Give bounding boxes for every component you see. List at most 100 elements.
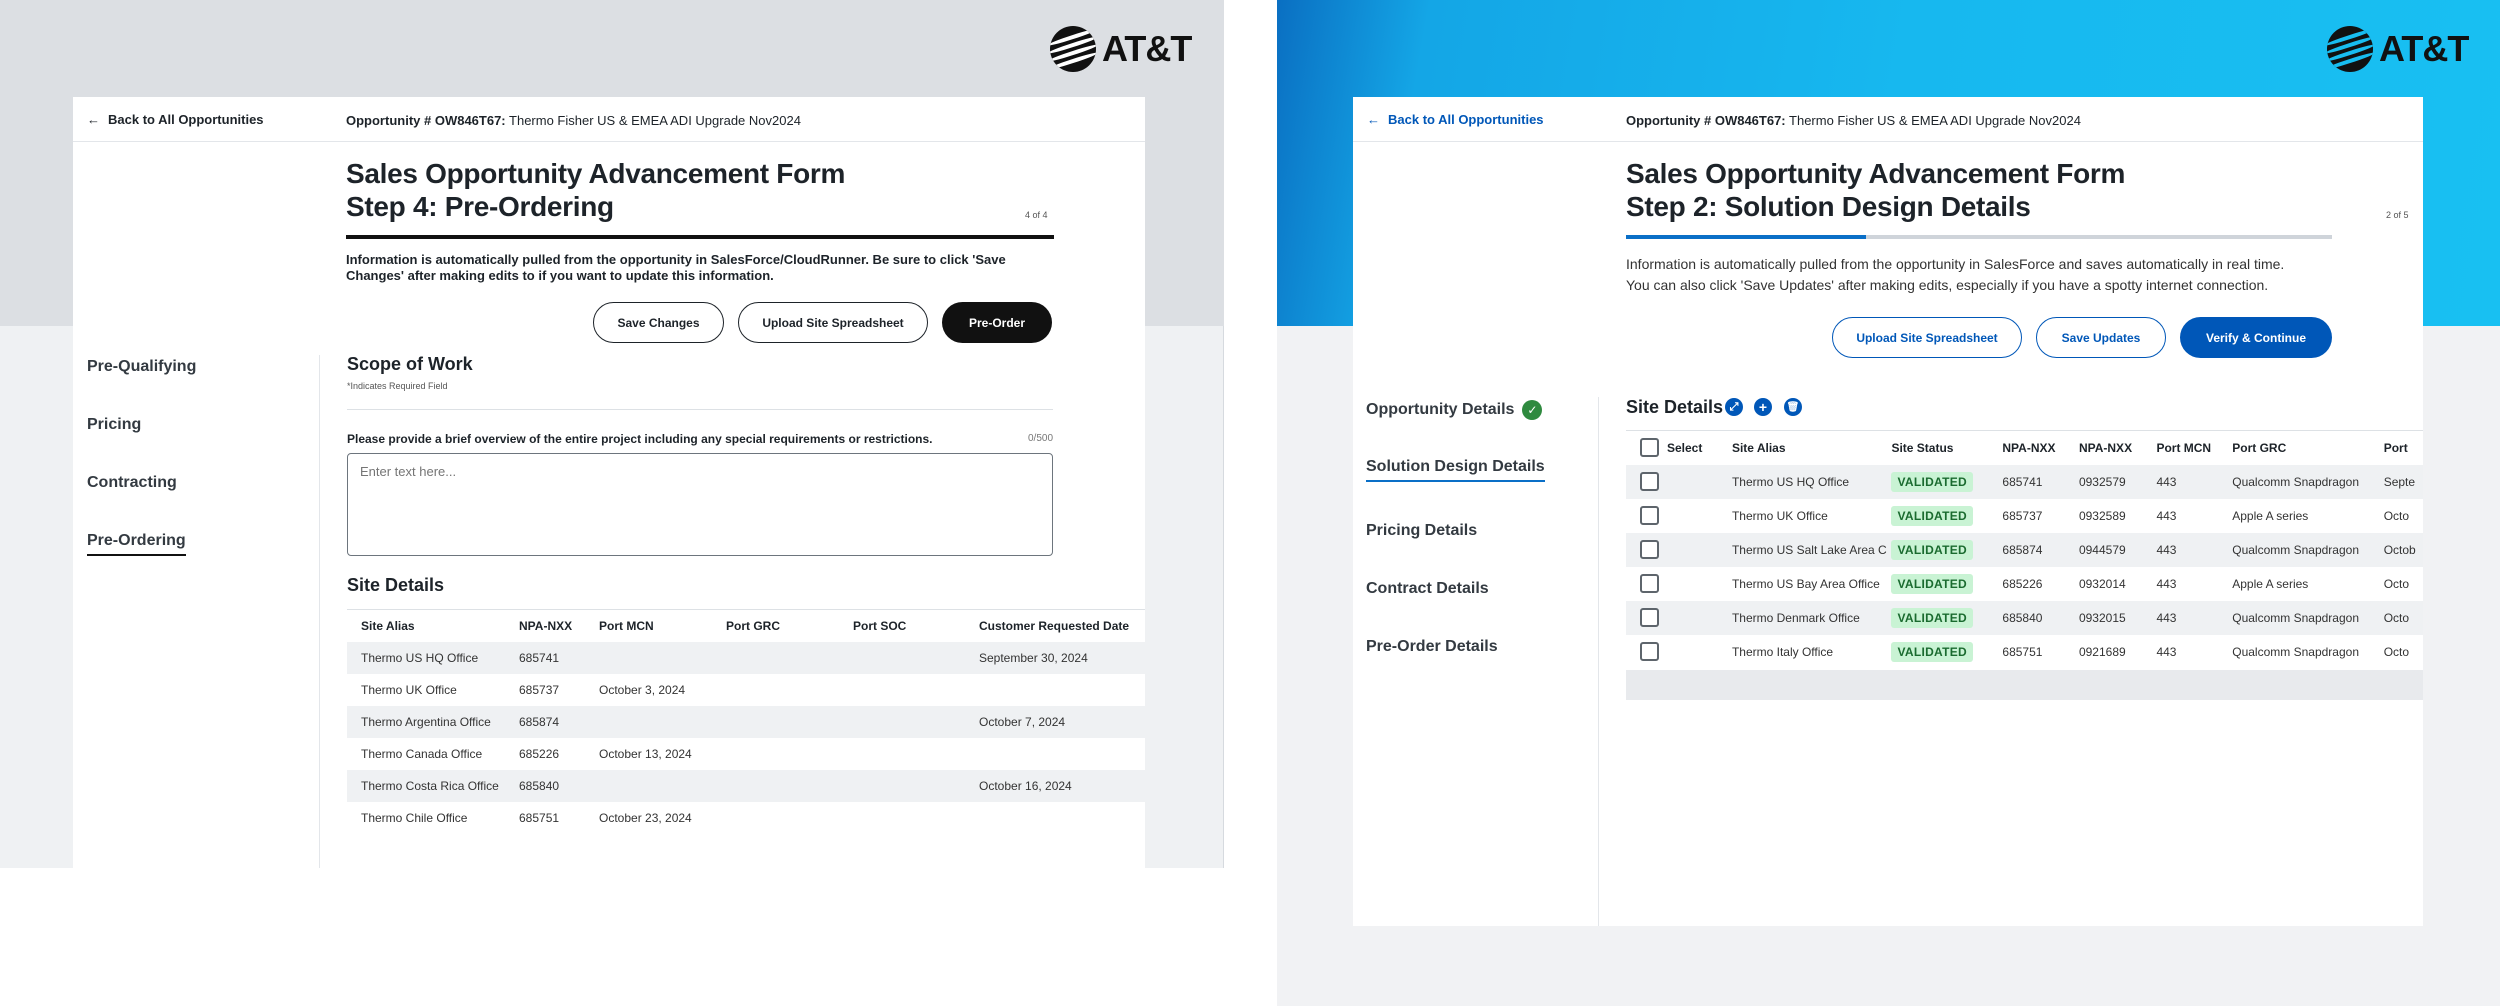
table-cell: 443 xyxy=(2156,532,2233,567)
page-title-line2: Step 4: Pre-Ordering xyxy=(346,191,614,222)
status-badge: VALIDATED xyxy=(1891,573,1974,594)
table-cell: 443 xyxy=(2156,576,2177,591)
table-cell: Octo xyxy=(2383,644,2410,659)
att-globe-icon xyxy=(1050,26,1096,72)
trash-icon[interactable]: 🗑 xyxy=(1784,398,1802,416)
table-cell xyxy=(839,641,965,674)
back-link[interactable]: ← Back to All Opportunities xyxy=(1367,112,1544,127)
page-title-line1: Sales Opportunity Advancement Form xyxy=(1626,158,2126,189)
upload-spreadsheet-button[interactable]: Upload Site Spreadsheet xyxy=(1832,317,2022,358)
nav-item-contracting[interactable]: Contracting xyxy=(87,474,177,492)
table-cell: Octob xyxy=(2383,532,2423,567)
table-cell xyxy=(965,802,1145,834)
back-link-label: Back to All Opportunities xyxy=(1388,112,1544,127)
table-cell: October 23, 2024 xyxy=(599,810,692,825)
row-checkbox[interactable] xyxy=(1640,540,1659,559)
select-cell[interactable] xyxy=(1626,635,1732,669)
nav-item-solution-design-details[interactable]: Solution Design Details xyxy=(1366,458,1545,482)
status-cell: VALIDATED xyxy=(1891,567,2002,601)
preordering-screen: AT&T ← Back to All Opportunities Opportu… xyxy=(0,0,1224,868)
column-header: Customer Requested Date xyxy=(965,609,1145,642)
project-overview-textarea[interactable] xyxy=(347,453,1053,556)
upload-spreadsheet-button[interactable]: Upload Site Spreadsheet xyxy=(738,302,928,343)
select-cell[interactable] xyxy=(1626,532,1732,567)
table-row: Thermo Canada Office 685226 October 13, 20… xyxy=(347,738,1145,770)
table-cell: 443 xyxy=(2156,464,2233,499)
progress-bar xyxy=(346,235,1054,239)
nav-item-pricing[interactable]: Pricing xyxy=(87,416,141,434)
table-cell: Thermo US HQ Office xyxy=(347,641,505,674)
nav-item-pre-ordering[interactable]: Pre-Ordering xyxy=(87,532,186,556)
form-card: ← Back to All Opportunities Opportunity … xyxy=(73,97,1145,868)
nav-divider xyxy=(319,355,320,868)
table-cell: Octo xyxy=(2383,576,2410,591)
select-cell[interactable] xyxy=(1626,567,1732,601)
table-row[interactable]: Thermo UK Office VALIDATED 685737 0932589 44… xyxy=(1626,499,2423,533)
table-cell: October 3, 2024 xyxy=(599,682,686,697)
save-updates-button[interactable]: Save Updates xyxy=(2036,317,2166,358)
select-cell[interactable] xyxy=(1626,600,1732,635)
att-wordmark: AT&T xyxy=(2379,28,2469,69)
nav-item-opportunity-details[interactable]: Opportunity Details ✓ xyxy=(1366,400,1543,420)
table-footer xyxy=(1626,670,2423,700)
row-checkbox[interactable] xyxy=(1640,642,1659,661)
table-row[interactable]: Thermo US Salt Lake Area C VALIDATED 68587… xyxy=(1626,532,2423,567)
table-row[interactable]: Thermo Italy Office VALIDATED 685751 092168… xyxy=(1626,635,2423,669)
arrow-left-icon: ← xyxy=(1367,112,1380,127)
opportunity-bar: ← Back to All Opportunities Opportunity … xyxy=(73,97,1145,142)
table-row: Thermo US HQ Office 685741 September 30, 2… xyxy=(347,641,1145,674)
row-checkbox[interactable] xyxy=(1640,608,1659,627)
table-cell: 685840 xyxy=(2002,600,2079,635)
status-badge: VALIDATED xyxy=(1891,539,1974,560)
table-cell: Qualcomm Snapdragon xyxy=(2232,532,2384,567)
select-all-checkbox[interactable] xyxy=(1640,438,1659,458)
table-cell: 685226 xyxy=(519,746,560,761)
select-all-header[interactable]: Select xyxy=(1626,430,1732,465)
add-icon[interactable]: + xyxy=(1754,398,1772,416)
table-cell: Thermo Argentina Office xyxy=(347,705,505,738)
table-cell xyxy=(585,769,712,802)
row-checkbox[interactable] xyxy=(1640,574,1659,593)
nav-item-pricing-details[interactable]: Pricing Details xyxy=(1366,522,1477,540)
scope-of-work-title: Scope of Work xyxy=(347,354,473,374)
select-cell[interactable] xyxy=(1626,499,1732,533)
table-header-row: Site Alias NPA-NXX Port MCN Port GRC Port SO… xyxy=(347,609,1145,642)
table-cell: Thermo UK Office xyxy=(1731,508,1828,523)
column-header: Port MCN xyxy=(585,609,712,642)
table-cell: October 13, 2024 xyxy=(599,746,692,761)
table-row[interactable]: Thermo Denmark Office VALIDATED 685840 0932… xyxy=(1626,600,2423,635)
page-title: Sales Opportunity Advancement Form Step … xyxy=(1626,157,2125,223)
progress-fill xyxy=(346,235,1054,239)
select-label: Select xyxy=(1667,440,1703,455)
nav-item-pre-order-details[interactable]: Pre-Order Details xyxy=(1366,638,1498,656)
info-text: Information is automatically pulled from… xyxy=(1626,254,2284,296)
opportunity-name: Thermo Fisher US & EMEA ADI Upgrade Nov2… xyxy=(509,113,801,128)
verify-continue-button[interactable]: Verify & Continue xyxy=(2180,317,2332,358)
pre-order-button[interactable]: Pre-Order xyxy=(942,302,1052,343)
save-changes-button[interactable]: Save Changes xyxy=(593,302,724,343)
status-badge: VALIDATED xyxy=(1891,505,1974,526)
select-cell[interactable] xyxy=(1626,464,1732,499)
nav-item-pre-qualifying[interactable]: Pre-Qualifying xyxy=(87,358,196,376)
status-badge: VALIDATED xyxy=(1891,607,1974,628)
screen: AT&T ← Back to All Opportunities Opportu… xyxy=(0,0,2500,1006)
table-cell xyxy=(712,802,839,834)
table-cell: 0932579 xyxy=(2078,464,2157,499)
nav-item-contract-details[interactable]: Contract Details xyxy=(1366,580,1489,598)
table-header-row: Select Site Alias Site Status NPA-NXX NPA-NX… xyxy=(1626,430,2423,465)
row-checkbox[interactable] xyxy=(1640,472,1659,491)
column-header: Port GRC xyxy=(712,609,839,642)
status-cell: VALIDATED xyxy=(1891,635,2002,669)
opportunity-bar: ← Back to All Opportunities Opportunity … xyxy=(1353,97,2423,142)
back-link[interactable]: ← Back to All Opportunities xyxy=(87,112,264,127)
att-logo: AT&T xyxy=(2327,26,2469,72)
table-cell: Thermo UK Office xyxy=(361,682,457,697)
table-cell: 0932014 xyxy=(2078,576,2126,591)
table-cell: 0921689 xyxy=(2078,644,2126,659)
row-checkbox[interactable] xyxy=(1640,506,1659,525)
expand-icon[interactable]: ⤢ xyxy=(1725,398,1743,416)
table-row[interactable]: Thermo US Bay Area Office VALIDATED 685226… xyxy=(1626,567,2423,601)
table-row[interactable]: Thermo US HQ Office VALIDATED 685741 093257… xyxy=(1626,464,2423,499)
table-cell xyxy=(585,641,712,674)
info-line2: You can also click 'Save Updates' after … xyxy=(1626,277,2269,293)
